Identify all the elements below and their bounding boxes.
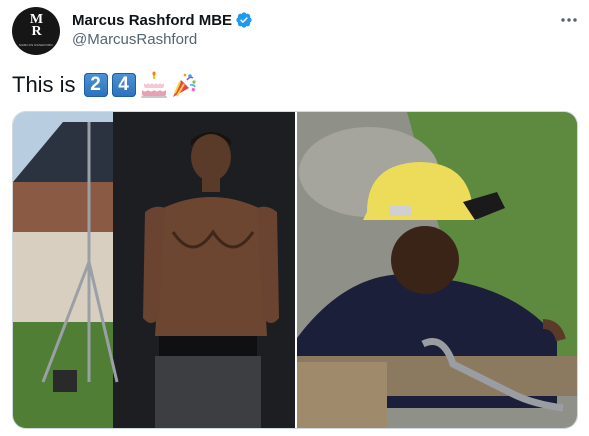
keycap-digit-4-emoji: 4 xyxy=(111,73,136,97)
more-options-icon[interactable] xyxy=(558,10,580,30)
display-name[interactable]: Marcus Rashford MBE xyxy=(72,12,232,29)
avatar-subtitle: MARCUS RASHFORD xyxy=(19,43,53,47)
avatar-logo: M R xyxy=(29,12,43,39)
verified-badge-icon xyxy=(236,12,252,28)
avatar[interactable]: M R MARCUS RASHFORD xyxy=(12,7,60,55)
tweet-text-words: This is xyxy=(12,72,76,97)
keycap-digit-2-emoji: 2 xyxy=(83,73,108,97)
author-name-row[interactable]: Marcus Rashford MBE xyxy=(72,10,253,30)
birthday-cake-emoji xyxy=(140,71,167,98)
media-grid xyxy=(12,111,578,429)
photo-child[interactable] xyxy=(297,112,577,428)
tweet[interactable]: M R MARCUS RASHFORD Marcus Rashford MBE … xyxy=(0,0,589,436)
author-handle[interactable]: @MarcusRashford xyxy=(72,31,197,48)
party-popper-emoji xyxy=(172,73,196,97)
tweet-text: This is 2 4 xyxy=(12,70,200,100)
photo-adult[interactable] xyxy=(13,112,295,428)
